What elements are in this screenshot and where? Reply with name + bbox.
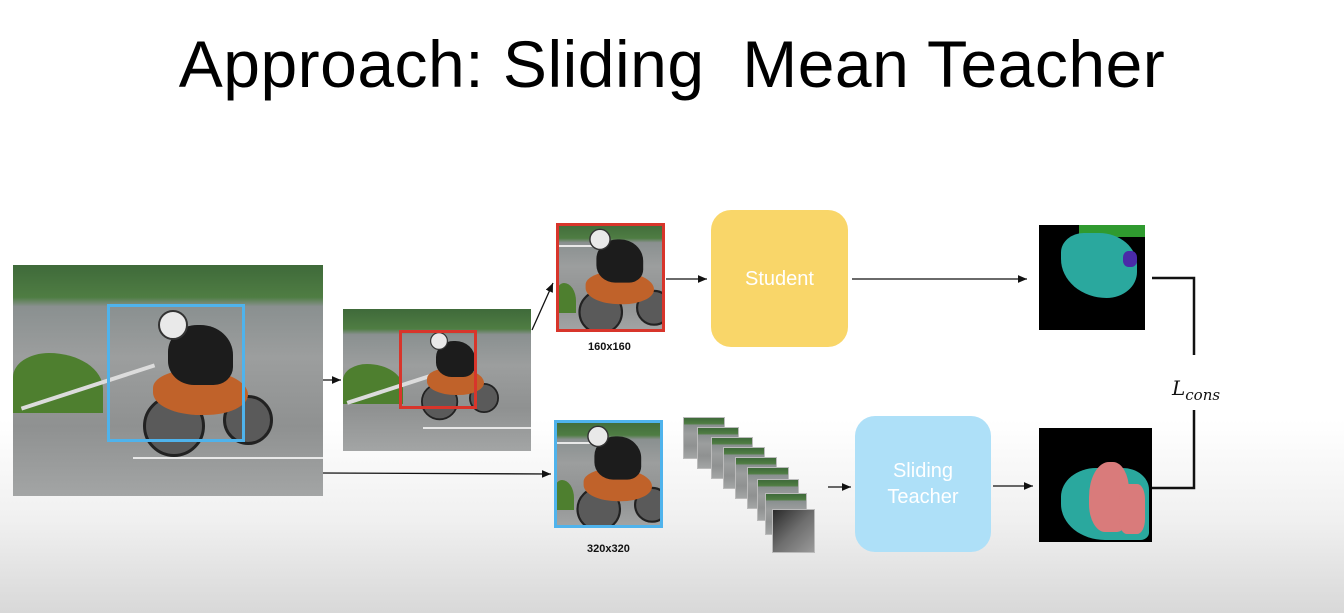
sliding-patch <box>772 509 815 553</box>
student-model-box: Student <box>711 210 848 347</box>
crop-320-frame <box>554 420 663 528</box>
loss-symbol: L <box>1172 376 1186 400</box>
teacher-label: Sliding Teacher <box>887 460 959 508</box>
arrow-resized-to-small-crop <box>531 282 554 331</box>
student-label: Student <box>745 267 814 290</box>
crop-region-large <box>107 304 245 442</box>
crop-region-small <box>399 330 477 409</box>
resized-image <box>343 309 531 451</box>
crop-320-image <box>554 420 663 528</box>
consistency-loss-label: Lcons <box>1172 376 1220 404</box>
loss-subscript: cons <box>1185 386 1221 404</box>
sliding-teacher-model-box: Sliding Teacher <box>855 416 991 552</box>
crop-160-image <box>556 223 665 332</box>
crop-320-caption: 320x320 <box>587 543 630 555</box>
input-image <box>13 265 323 496</box>
loss-bracket <box>1152 276 1196 355</box>
teacher-segmentation-mask <box>1039 428 1152 542</box>
arrow-input-to-large-crop <box>321 470 552 478</box>
loss-bracket-bottom <box>1152 410 1196 490</box>
crop-160-caption: 160x160 <box>588 341 631 353</box>
crop-160-frame <box>556 223 665 332</box>
student-segmentation-mask <box>1039 225 1145 330</box>
